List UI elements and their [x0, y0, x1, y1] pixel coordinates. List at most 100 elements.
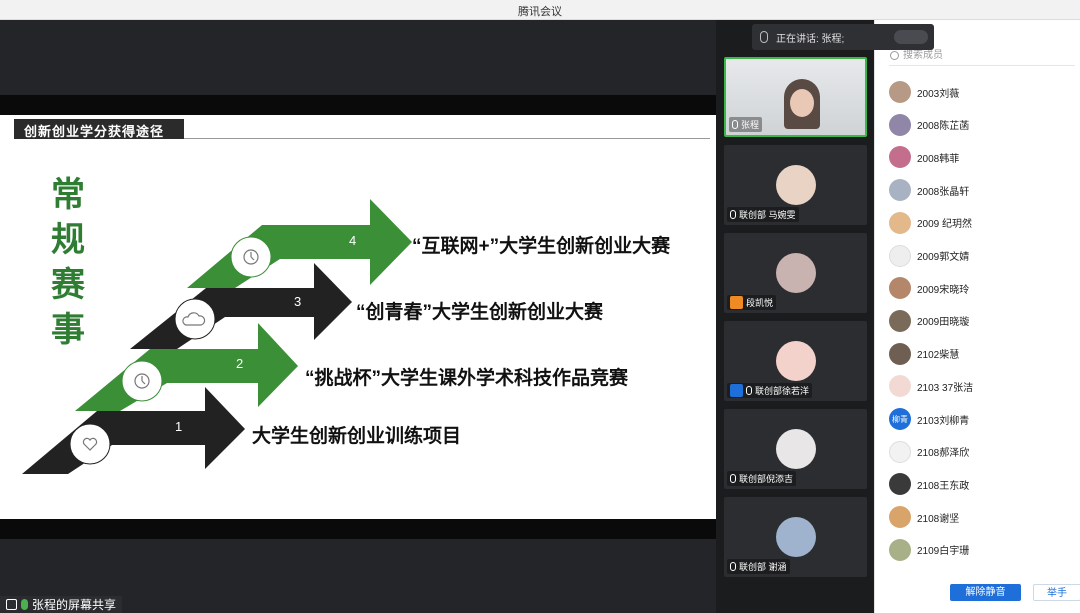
member-item[interactable]: 2108郝泽欣 [889, 439, 969, 465]
avatar [889, 506, 911, 529]
step-1-number: 1 [175, 419, 182, 434]
avatar [889, 179, 911, 202]
member-name: 2003刘薇 [917, 88, 960, 100]
tile-name: 联创部 谢涵 [739, 562, 787, 572]
step-4-arrow [187, 199, 412, 288]
member-item[interactable]: 2109白宇珊 [889, 537, 969, 563]
member-name: 2108王东政 [917, 480, 970, 492]
members-panel: 搜索成员 2003刘薇 2008陈芷菡 2008韩菲 2008张晶轩 2009 纪玥然 2… [874, 20, 1080, 613]
member-item[interactable]: 2103 37张洁 [889, 373, 973, 399]
member-item[interactable]: 2102柴慧 [889, 341, 959, 367]
slide-big-title: 常 规 赛 事 [46, 173, 90, 353]
avatar [889, 113, 911, 136]
member-name: 2009宋晓玲 [917, 284, 970, 296]
speaking-label: 正在讲话: 张程; [776, 33, 845, 45]
avatar [775, 429, 816, 469]
avatar [889, 538, 911, 561]
slide-top-band [0, 95, 716, 115]
speaking-mic-icon [760, 31, 768, 43]
member-item[interactable]: 2108王东政 [889, 471, 969, 497]
member-name: 2108谢坚 [917, 513, 960, 525]
member-name: 2108郝泽欣 [917, 448, 970, 460]
step-4-label: “互联网+”大学生创新创业大赛 [412, 236, 671, 257]
member-name: 2009郭文婧 [917, 252, 970, 263]
search-icon [890, 51, 899, 60]
tile-name-tag: 张程 [729, 117, 763, 132]
video-tile[interactable]: 联创部 马婉雯 [724, 145, 867, 225]
tile-name-tag: 段凯悦 [727, 295, 777, 310]
step-1-label: 大学生创新创业训练项目 [252, 426, 462, 447]
step-4-number: 4 [349, 233, 356, 248]
mic-icon [732, 120, 738, 129]
tile-name: 联创部 马婉雯 [739, 210, 796, 220]
member-name: 2008韩菲 [917, 153, 960, 165]
video-tile[interactable]: 张程 [724, 57, 867, 137]
avatar: 柳青 [889, 408, 911, 430]
muted-mic-icon [730, 474, 736, 483]
speaking-indicator: 正在讲话: 张程; [752, 24, 934, 50]
member-item[interactable]: 2008韩菲 [889, 144, 959, 170]
avatar [889, 342, 911, 365]
member-item[interactable]: 2009田晓璇 [889, 308, 969, 334]
screen-share-indicator[interactable]: 张程的屏幕共享 [0, 596, 123, 613]
title-bar: 腾讯会议 [0, 0, 1080, 20]
screen-share-label: 张程的屏幕共享 [32, 598, 117, 612]
avatar [889, 277, 911, 300]
tile-name-tag: 联创部倪添吉 [727, 471, 797, 486]
tile-name-tag: 联创部 谢涵 [727, 559, 790, 574]
avatar [775, 517, 816, 557]
member-item[interactable]: 2009郭文婧 [889, 243, 969, 269]
avatar [889, 440, 911, 463]
unmute-button[interactable]: 解除静音 [950, 584, 1021, 601]
big-title-char: 常 [51, 176, 85, 214]
member-name: 2102柴慧 [917, 350, 960, 362]
user-badge-icon [730, 296, 743, 309]
avatar [775, 165, 816, 205]
shared-slide: 创新创业学分获得途径 4 3 2 1 常 规 赛 事 “互联网+”大学生创新创业… [0, 115, 716, 519]
member-name: 2103 37张洁 [917, 382, 974, 394]
member-item[interactable]: 2108谢坚 [889, 504, 959, 530]
tile-name: 联创部徐若洋 [755, 386, 810, 396]
tile-name-tag: 联创部徐若洋 [727, 383, 813, 398]
member-name: 2109白宇珊 [917, 546, 970, 558]
muted-mic-icon [746, 386, 752, 395]
big-title-char: 规 [51, 221, 85, 259]
video-tile[interactable]: 段凯悦 [724, 233, 867, 313]
muted-mic-icon [730, 210, 736, 219]
speaker-avatar-blur [894, 30, 928, 44]
slide-bottom-band [0, 519, 716, 539]
window-title: 腾讯会议 [518, 6, 562, 18]
avatar [889, 81, 911, 103]
member-name: 2009 纪玥然 [917, 219, 973, 231]
step-3-label: “创青春”大学生创新创业大赛 [356, 302, 604, 323]
member-item[interactable]: 2008张晶轩 [889, 177, 969, 203]
avatar [889, 309, 911, 332]
step-3-number: 3 [294, 294, 301, 309]
tile-name: 段凯悦 [746, 298, 774, 308]
member-item[interactable]: 2009宋晓玲 [889, 275, 969, 301]
member-name: 2103刘柳青 [917, 415, 970, 427]
avatar [889, 375, 911, 398]
video-tile[interactable]: 联创部徐若洋 [724, 321, 867, 401]
step-1-circle [69, 423, 111, 465]
step-2-number: 2 [236, 356, 243, 371]
big-title-char: 事 [51, 311, 85, 349]
member-name: 2008陈芷菡 [917, 121, 970, 133]
step-2-label: “挑战杯”大学生课外学术科技作品竞赛 [305, 368, 629, 389]
tile-name: 张程 [741, 120, 760, 130]
member-item[interactable]: 柳青 2103刘柳青 [889, 406, 969, 432]
screen-share-area: 创新创业学分获得途径 4 3 2 1 常 规 赛 事 “互联网+”大学生创新创业… [0, 20, 716, 613]
avatar [889, 244, 911, 267]
step-3-circle [174, 298, 216, 340]
video-tile[interactable]: 联创部倪添吉 [724, 409, 867, 489]
avatar [889, 146, 911, 169]
member-item[interactable]: 2008陈芷菡 [889, 112, 969, 138]
raise-hand-button[interactable]: 举手 [1033, 584, 1080, 601]
member-item[interactable]: 2009 纪玥然 [889, 210, 972, 236]
member-name: 2008张晶轩 [917, 186, 970, 198]
member-item[interactable]: 2003刘薇 [889, 79, 959, 105]
screen-share-icon [6, 599, 17, 610]
tile-name-tag: 联创部 马婉雯 [727, 207, 799, 222]
big-title-char: 赛 [51, 266, 85, 304]
video-tile[interactable]: 联创部 谢涵 [724, 497, 867, 577]
